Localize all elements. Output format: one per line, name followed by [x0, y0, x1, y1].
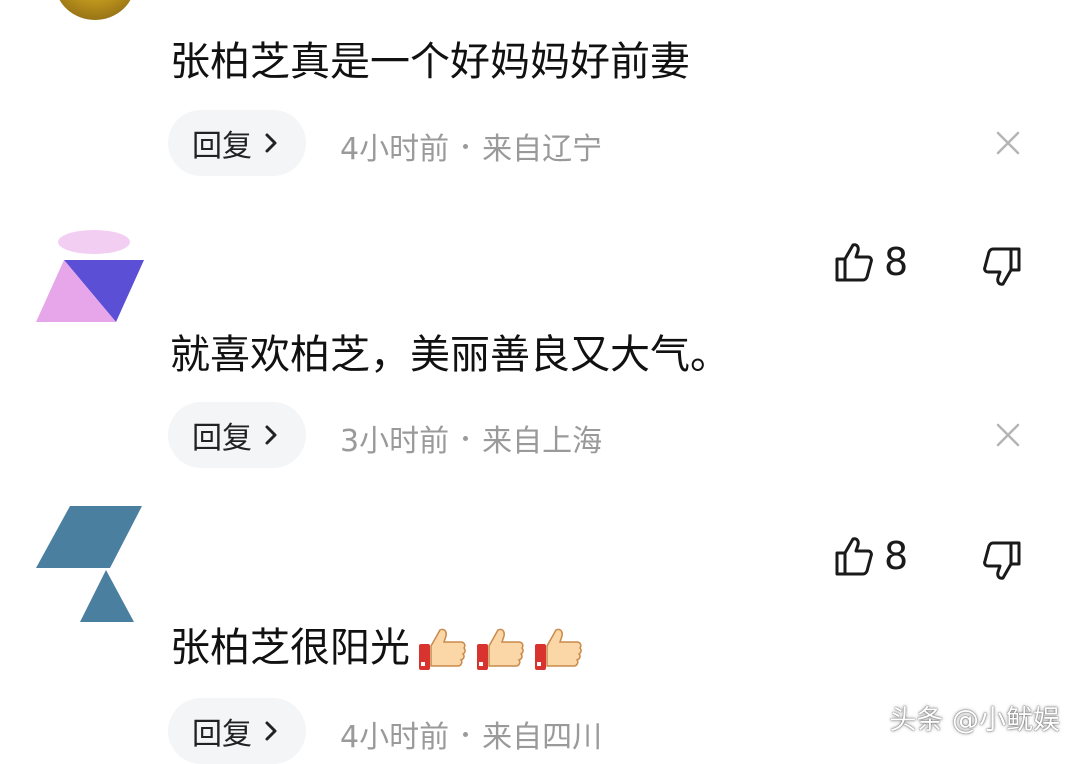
thumbs-down-icon[interactable] — [982, 246, 1022, 288]
like-count: 8 — [884, 240, 909, 284]
thumbs-up-emoji-icon — [535, 628, 582, 670]
reply-label: 回复 — [192, 421, 252, 456]
location: 来自上海 — [482, 424, 603, 459]
avatar[interactable] — [36, 506, 144, 622]
avatar[interactable] — [55, 0, 135, 20]
chevron-right-icon — [265, 721, 277, 741]
reply-label: 回复 — [192, 129, 252, 164]
comment-body: 张柏芝很阳光 — [170, 622, 584, 674]
thumbs-down-icon[interactable] — [982, 540, 1022, 582]
like-button[interactable]: 8 — [834, 240, 908, 284]
reply-button[interactable]: 回复 — [168, 698, 306, 764]
reply-button[interactable]: 回复 — [168, 110, 306, 176]
reply-button[interactable]: 回复 — [168, 402, 306, 468]
separator-dot — [463, 435, 469, 441]
separator-dot — [463, 143, 469, 149]
thumbs-up-emoji-icon — [419, 628, 466, 670]
close-icon[interactable] — [996, 131, 1020, 155]
reply-label: 回复 — [192, 717, 252, 752]
close-icon[interactable] — [996, 423, 1020, 447]
comment-text: 张柏芝很阳光 — [170, 625, 410, 671]
separator-dot — [463, 731, 469, 737]
watermark: 头条 @小鱿娱 — [889, 705, 1060, 736]
thumbs-up-emoji-icon — [477, 628, 524, 670]
like-count: 8 — [884, 534, 909, 578]
comment-meta: 4小时前 来自辽宁 — [340, 124, 602, 168]
thumbs-up-icon — [835, 243, 873, 282]
location: 来自辽宁 — [482, 132, 603, 167]
avatar[interactable] — [36, 230, 144, 322]
like-button[interactable]: 8 — [834, 534, 908, 578]
timestamp: 3小时前 — [340, 424, 450, 459]
timestamp: 4小时前 — [340, 720, 450, 755]
chevron-right-icon — [265, 133, 277, 153]
comment-meta: 3小时前 来自上海 — [340, 416, 602, 460]
comment-meta: 4小时前 来自四川 — [340, 712, 602, 756]
timestamp: 4小时前 — [340, 132, 450, 167]
location: 来自四川 — [482, 720, 603, 755]
comment-text: 张柏芝真是一个好妈妈好前妻 — [170, 39, 690, 85]
thumbs-up-icon — [835, 537, 873, 576]
comment-text: 就喜欢柏芝，美丽善良又大气。 — [170, 332, 730, 378]
chevron-right-icon — [265, 425, 277, 445]
